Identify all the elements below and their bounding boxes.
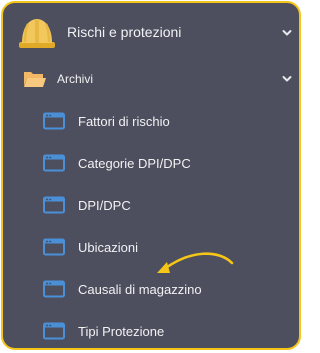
menu-item-label: Categorie DPI/DPC (78, 156, 191, 171)
menu-item-tipi-protezione[interactable]: Tipi Protezione (3, 313, 299, 348)
folder-label: Archivi (57, 72, 94, 86)
menu-item-dpi-dpc[interactable]: DPI/DPC (3, 187, 299, 223)
menu-item-label: Tipi Protezione (78, 324, 165, 339)
window-icon (43, 322, 65, 340)
chevron-down-icon[interactable] (281, 27, 293, 39)
hard-hat-icon (17, 14, 57, 52)
chevron-down-icon[interactable] (281, 73, 293, 85)
window-icon (43, 112, 65, 130)
menu-item-ubicazioni[interactable]: Ubicazioni (3, 229, 299, 265)
menu-item-categorie-dpi-dpc[interactable]: Categorie DPI/DPC (3, 145, 299, 181)
window-icon (43, 154, 65, 172)
menu-item-label: Ubicazioni (78, 240, 138, 255)
window-icon (43, 280, 65, 298)
menu-item-causali-di-magazzino[interactable]: Causali di magazzino (3, 271, 299, 307)
open-folder-icon (23, 69, 47, 89)
menu-item-label: DPI/DPC (78, 198, 131, 213)
menu-item-label: Fattori di rischio (78, 114, 170, 129)
menu-item-label: Causali di magazzino (78, 282, 202, 297)
sidebar-panel: Rischi e protezioni Archivi Fattori di r… (1, 1, 301, 350)
window-icon (43, 196, 65, 214)
section-label: Rischi e protezioni (67, 24, 182, 40)
window-icon (43, 238, 65, 256)
menu-item-fattori-di-rischio[interactable]: Fattori di rischio (3, 103, 299, 139)
menu-section-rischi-e-protezioni[interactable]: Rischi e protezioni (3, 11, 299, 55)
menu-folder-archivi[interactable]: Archivi (3, 63, 299, 95)
